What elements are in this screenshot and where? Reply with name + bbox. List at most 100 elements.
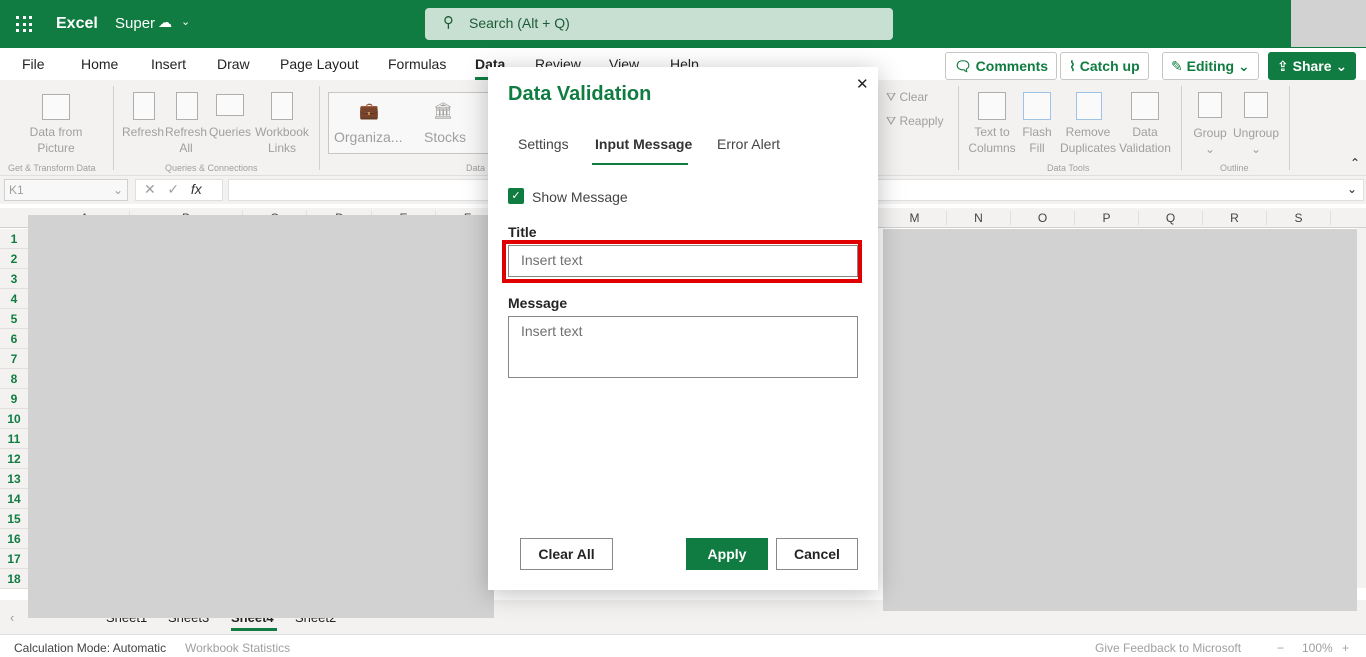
text-to-columns-button[interactable]: Text to Columns xyxy=(964,124,1020,156)
tab-file[interactable]: File xyxy=(22,56,45,72)
share-button[interactable]: ⇪ Share ⌄ xyxy=(1268,52,1357,80)
clear-all-button[interactable]: Clear All xyxy=(520,538,613,570)
row-header[interactable]: 7 xyxy=(0,349,28,369)
tab-insert[interactable]: Insert xyxy=(151,56,186,72)
search-icon: ⚲ xyxy=(443,14,454,31)
formula-controls: ✕ ✓ fx xyxy=(135,179,223,201)
row-header[interactable]: 1 xyxy=(0,229,28,249)
group-button[interactable]: Group ⌄ xyxy=(1190,125,1230,157)
app-launcher-icon[interactable] xyxy=(16,16,32,32)
workbook-links-button[interactable]: Workbook Links xyxy=(254,124,310,156)
feedback-link[interactable]: Give Feedback to Microsoft xyxy=(1095,641,1241,655)
editing-button[interactable]: ✎ Editing ⌄ xyxy=(1162,52,1259,80)
name-box[interactable]: K1 ⌄ xyxy=(4,179,128,201)
reapply-filter-button[interactable]: ⛛ Reapply xyxy=(886,113,943,129)
row-header[interactable]: 10 xyxy=(0,409,28,429)
apply-button[interactable]: Apply xyxy=(686,538,768,570)
refresh-button[interactable]: Refresh xyxy=(122,124,164,140)
column-header[interactable]: S xyxy=(1267,211,1331,225)
remove-duplicates-button[interactable]: Remove Duplicates xyxy=(1058,124,1118,156)
column-header[interactable]: M xyxy=(883,211,947,225)
prev-sheet-icon[interactable]: ‹ xyxy=(10,610,14,625)
reapply-filter-icon: ⛛ xyxy=(886,114,897,128)
clear-filter-button[interactable]: ⛛ Clear xyxy=(886,89,928,105)
collapse-ribbon-icon[interactable]: ⌃ xyxy=(1350,156,1360,170)
close-icon[interactable]: ✕ xyxy=(856,75,869,93)
flash-fill-button[interactable]: Flash Fill xyxy=(1020,124,1054,156)
row-header[interactable]: 4 xyxy=(0,289,28,309)
row-header[interactable]: 8 xyxy=(0,369,28,389)
data-from-picture-button[interactable]: Data from Picture xyxy=(20,124,92,156)
file-name[interactable]: Super xyxy=(115,15,155,32)
title-input[interactable]: Insert text xyxy=(508,245,858,277)
flash-fill-icon xyxy=(1023,92,1051,120)
refresh-icon xyxy=(133,92,155,120)
chevron-down-icon: ⌄ xyxy=(1335,58,1348,74)
group-label-queries: Queries & Connections xyxy=(165,163,258,173)
redacted-region xyxy=(883,229,1357,611)
tab-draw[interactable]: Draw xyxy=(217,56,250,72)
row-header[interactable]: 9 xyxy=(0,389,28,409)
catch-up-label: Catch up xyxy=(1079,58,1140,74)
zoom-in-icon[interactable]: + xyxy=(1342,641,1349,655)
row-header[interactable]: 15 xyxy=(0,509,28,529)
chevron-down-icon[interactable]: ⌄ xyxy=(181,15,190,28)
account-area[interactable] xyxy=(1291,0,1366,47)
ungroup-button[interactable]: Ungroup ⌄ xyxy=(1230,125,1282,157)
queries-button[interactable]: Queries xyxy=(208,124,252,140)
vertical-scrollbar[interactable] xyxy=(1357,228,1366,588)
comments-label: Comments xyxy=(975,58,1049,74)
cancel-button[interactable]: Cancel xyxy=(776,538,858,570)
zoom-out-icon[interactable]: − xyxy=(1277,641,1284,655)
tab-formulas[interactable]: Formulas xyxy=(388,56,446,72)
zoom-level[interactable]: 100% xyxy=(1302,641,1333,655)
column-header[interactable]: O xyxy=(1011,211,1075,225)
message-label: Message xyxy=(508,295,568,311)
calculation-mode[interactable]: Calculation Mode: Automatic xyxy=(14,641,166,655)
workbook-statistics[interactable]: Workbook Statistics xyxy=(185,641,290,655)
catch-up-button[interactable]: ⌇ Catch up xyxy=(1060,52,1149,80)
search-placeholder: Search (Alt + Q) xyxy=(469,15,570,31)
row-header[interactable]: 3 xyxy=(0,269,28,289)
row-header[interactable]: 2 xyxy=(0,249,28,269)
tab-home[interactable]: Home xyxy=(81,56,118,72)
column-header[interactable]: N xyxy=(947,211,1011,225)
column-header[interactable]: R xyxy=(1203,211,1267,225)
show-message-checkbox[interactable]: ✓ xyxy=(508,188,524,204)
row-header[interactable]: 13 xyxy=(0,469,28,489)
redacted-region xyxy=(28,215,494,618)
search-input[interactable]: ⚲ Search (Alt + Q) xyxy=(425,8,893,40)
tab-input-message[interactable]: Input Message xyxy=(595,136,692,152)
tab-error-alert[interactable]: Error Alert xyxy=(717,136,780,152)
divider xyxy=(958,86,959,170)
row-header[interactable]: 11 xyxy=(0,429,28,449)
stocks-button[interactable]: Stocks xyxy=(424,129,466,145)
row-header[interactable]: 18 xyxy=(0,569,28,589)
message-textarea[interactable]: Insert text xyxy=(508,316,858,378)
row-header[interactable]: 5 xyxy=(0,309,28,329)
title-bar: Excel Super ☁ ⌄ ⚲ Search (Alt + Q) xyxy=(0,0,1366,48)
column-header[interactable]: Q xyxy=(1139,211,1203,225)
data-validation-button[interactable]: Data Validation xyxy=(1116,124,1174,156)
row-header[interactable]: 14 xyxy=(0,489,28,509)
cancel-icon[interactable]: ✕ xyxy=(144,181,156,197)
row-header[interactable]: 6 xyxy=(0,329,28,349)
divider xyxy=(1181,86,1182,170)
column-header[interactable]: P xyxy=(1075,211,1139,225)
refresh-all-icon xyxy=(176,92,198,120)
organization-button[interactable]: Organiza... xyxy=(334,129,402,145)
enter-icon[interactable]: ✓ xyxy=(167,181,179,197)
tab-page-layout[interactable]: Page Layout xyxy=(280,56,359,72)
remove-duplicates-icon xyxy=(1076,92,1102,120)
divider xyxy=(1289,86,1290,170)
row-header[interactable]: 17 xyxy=(0,549,28,569)
insert-function-icon[interactable]: fx xyxy=(191,181,202,197)
refresh-all-button[interactable]: Refresh All xyxy=(165,124,207,156)
row-header[interactable]: 12 xyxy=(0,449,28,469)
row-header[interactable]: 16 xyxy=(0,529,28,549)
tab-settings[interactable]: Settings xyxy=(518,136,569,152)
clear-filter-icon: ⛛ xyxy=(886,90,897,104)
comments-button[interactable]: 🗨 Comments xyxy=(945,52,1058,80)
data-types-gallery[interactable]: 💼 Organiza... 🏛 Stocks xyxy=(328,92,498,154)
show-message-label: Show Message xyxy=(532,189,628,205)
